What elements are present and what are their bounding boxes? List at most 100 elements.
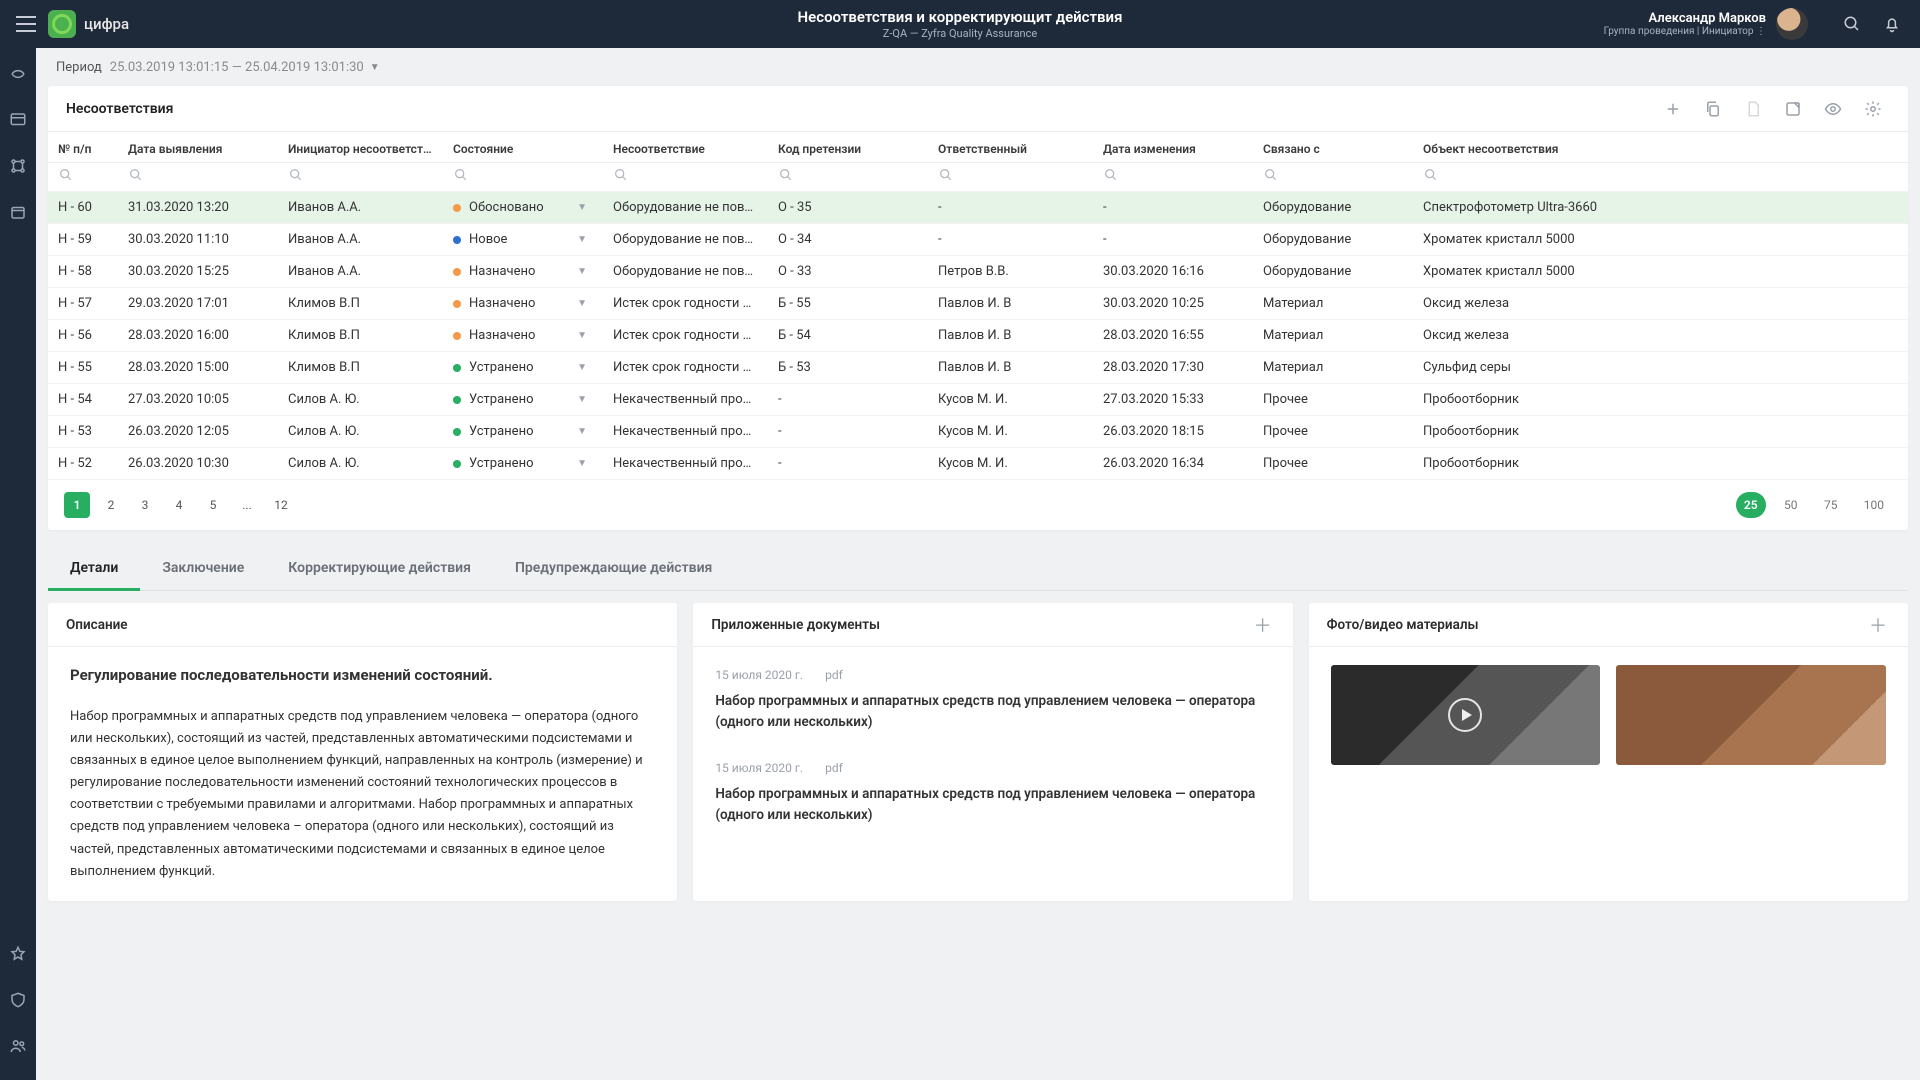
add-media-button[interactable]: ＋ xyxy=(1866,613,1890,637)
col-header[interactable]: Дата изменения xyxy=(1093,132,1253,163)
add-document-button[interactable]: ＋ xyxy=(1251,613,1275,637)
table-row[interactable]: Н - 6031.03.2020 13:20Иванов А.А.Обоснов… xyxy=(48,192,1908,224)
nav-item-2-icon[interactable] xyxy=(6,108,30,132)
chevron-down-icon[interactable]: ▼ xyxy=(577,458,593,469)
page-button[interactable]: 3 xyxy=(132,492,158,518)
nav-users-icon[interactable] xyxy=(6,1034,30,1058)
page-button[interactable]: 5 xyxy=(200,492,226,518)
page-size-button[interactable]: 100 xyxy=(1856,492,1892,518)
col-header[interactable]: Объект несоответствия xyxy=(1413,132,1908,163)
tab[interactable]: Детали xyxy=(48,546,140,590)
doc-ext: pdf xyxy=(825,761,843,775)
col-header[interactable]: Дата выявления xyxy=(118,132,278,163)
col-header[interactable]: Код претензии xyxy=(768,132,928,163)
document-item[interactable]: 15 июля 2020 г.pdfНабор программных и ап… xyxy=(715,758,1270,825)
period-label: Период xyxy=(56,60,102,75)
doc-title: Набор программных и аппаратных средств п… xyxy=(715,691,1270,732)
doc-title: Набор программных и аппаратных средств п… xyxy=(715,784,1270,825)
page-subtitle: Z-QA — Zyfra Quality Assurance xyxy=(798,27,1123,40)
page-size-button[interactable]: 50 xyxy=(1776,492,1806,518)
tab[interactable]: Предупреждающие действия xyxy=(493,546,734,590)
page-size-button[interactable]: 25 xyxy=(1736,492,1766,518)
current-user[interactable]: Александр Марков Группа проведения | Ини… xyxy=(1604,11,1766,37)
chevron-down-icon[interactable]: ▼ xyxy=(577,298,593,309)
description-body: Набор программных и аппаратных средств п… xyxy=(70,706,655,883)
chevron-down-icon[interactable]: ▼ xyxy=(577,202,593,213)
search-icon[interactable] xyxy=(1263,167,1279,183)
document-item[interactable]: 15 июля 2020 г.pdfНабор программных и ап… xyxy=(715,665,1270,732)
tab[interactable]: Заключение xyxy=(140,546,266,590)
search-icon[interactable] xyxy=(613,167,629,183)
col-header[interactable]: Несоответствие xyxy=(603,132,768,163)
search-icon[interactable] xyxy=(778,167,794,183)
table-row[interactable]: Н - 5930.03.2020 11:10Иванов А.А.Новое▼О… xyxy=(48,224,1908,256)
table-row[interactable]: Н - 5628.03.2020 16:00Климов В.ПНазначен… xyxy=(48,320,1908,352)
search-icon[interactable] xyxy=(1103,167,1119,183)
page-button[interactable]: 1 xyxy=(64,492,90,518)
add-button[interactable] xyxy=(1656,92,1690,126)
chevron-down-icon: ▼ xyxy=(370,62,380,73)
table-row[interactable]: Н - 5528.03.2020 15:00Климов В.ПУстранен… xyxy=(48,352,1908,384)
chevron-down-icon[interactable]: ▼ xyxy=(577,394,593,405)
table-row[interactable]: Н - 5326.03.2020 12:05Силов А. Ю.Устране… xyxy=(48,416,1908,448)
copy-icon[interactable] xyxy=(1696,92,1730,126)
col-header[interactable]: Связано с xyxy=(1253,132,1413,163)
chevron-down-icon[interactable]: ▼ xyxy=(577,266,593,277)
document-icon[interactable] xyxy=(1736,92,1770,126)
tab[interactable]: Корректирующие действия xyxy=(266,546,493,590)
chevron-down-icon[interactable]: ▼ xyxy=(577,426,593,437)
state-label: Назначено xyxy=(469,296,535,311)
chevron-down-icon[interactable]: ▼ xyxy=(577,330,593,341)
panel-title: Описание xyxy=(66,617,128,633)
eye-icon[interactable] xyxy=(1816,92,1850,126)
brand-name: цифра xyxy=(84,15,129,33)
nav-item-3-icon[interactable] xyxy=(6,154,30,178)
search-icon[interactable] xyxy=(938,167,954,183)
state-label: Устранено xyxy=(469,424,533,439)
col-header[interactable]: Ответственный xyxy=(928,132,1093,163)
menu-toggle-icon[interactable] xyxy=(14,12,38,36)
bell-icon[interactable] xyxy=(1878,10,1906,38)
page-title: Несоответствия и корректирующит действия xyxy=(798,8,1123,26)
card-title: Несоответствия xyxy=(66,101,173,117)
search-icon[interactable] xyxy=(453,167,469,183)
page-size-button[interactable]: 75 xyxy=(1816,492,1846,518)
documents-panel: Приложенные документы ＋ 15 июля 2020 г.p… xyxy=(693,603,1292,901)
state-label: Назначено xyxy=(469,328,535,343)
nav-shield-icon[interactable] xyxy=(6,988,30,1012)
user-role: Группа проведения | Инициатор ⋮ xyxy=(1604,26,1766,37)
nav-star-icon[interactable] xyxy=(6,942,30,966)
col-header[interactable]: № п/п xyxy=(48,132,118,163)
search-icon[interactable] xyxy=(128,167,144,183)
chevron-down-icon[interactable]: ▼ xyxy=(577,362,593,373)
search-icon[interactable] xyxy=(1838,10,1866,38)
nonconformities-card: Несоответствия № п/пДата выявленияИнициа… xyxy=(48,86,1908,530)
nav-item-4-icon[interactable] xyxy=(6,200,30,224)
page-button[interactable]: 12 xyxy=(268,492,294,518)
col-header[interactable]: Состояние xyxy=(443,132,603,163)
period-filter[interactable]: Период 25.03.2019 13:01:15 — 25.04.2019 … xyxy=(36,48,1920,86)
media-thumbnail-video[interactable] xyxy=(1331,665,1601,765)
export-icon[interactable] xyxy=(1776,92,1810,126)
brand-logo[interactable]: цифра xyxy=(48,10,129,38)
nav-item-1-icon[interactable] xyxy=(6,62,30,86)
nav-rail xyxy=(0,48,36,1080)
panel-title: Приложенные документы xyxy=(711,617,880,633)
media-thumbnail-image[interactable] xyxy=(1616,665,1886,765)
search-icon[interactable] xyxy=(288,167,304,183)
chevron-down-icon[interactable]: ▼ xyxy=(577,234,593,245)
search-icon[interactable] xyxy=(1423,167,1439,183)
state-label: Устранено xyxy=(469,360,533,375)
search-icon[interactable] xyxy=(58,167,74,183)
page-button[interactable]: ... xyxy=(234,492,260,518)
table-row[interactable]: Н - 5729.03.2020 17:01Климов В.ПНазначен… xyxy=(48,288,1908,320)
table-row[interactable]: Н - 5226.03.2020 10:30Силов А. Ю.Устране… xyxy=(48,448,1908,480)
avatar[interactable] xyxy=(1776,8,1808,40)
table-row[interactable]: Н - 5427.03.2020 10:05Силов А. Ю.Устране… xyxy=(48,384,1908,416)
gear-icon[interactable] xyxy=(1856,92,1890,126)
nonconformities-table: № п/пДата выявленияИнициатор несоответст… xyxy=(48,132,1908,480)
table-row[interactable]: Н - 5830.03.2020 15:25Иванов А.А.Назначе… xyxy=(48,256,1908,288)
col-header[interactable]: Инициатор несоответствия xyxy=(278,132,443,163)
page-button[interactable]: 4 xyxy=(166,492,192,518)
page-button[interactable]: 2 xyxy=(98,492,124,518)
